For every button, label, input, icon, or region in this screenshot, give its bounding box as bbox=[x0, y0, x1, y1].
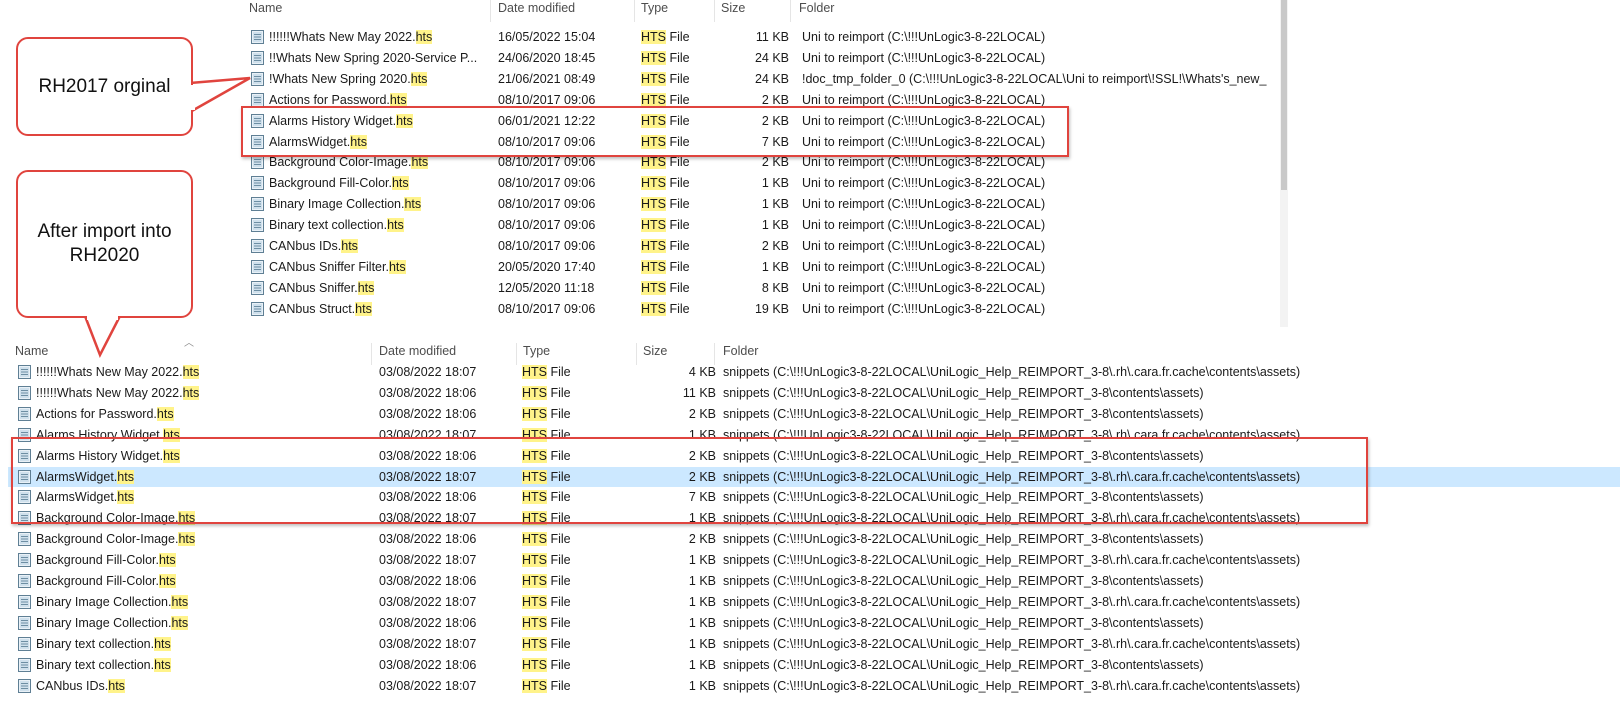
callout-text: RH2017 orginal bbox=[38, 76, 171, 97]
callout-pointer bbox=[189, 76, 251, 114]
callout-text-line1: After import into bbox=[37, 221, 172, 242]
callout-seam bbox=[87, 314, 118, 320]
callout-pointer bbox=[83, 315, 122, 359]
callout-rh2017: RH2017 orginal bbox=[16, 37, 193, 136]
callout-seam bbox=[189, 85, 195, 110]
callout-text-line2: RH2020 bbox=[69, 245, 140, 266]
callout-rh2020: After import into RH2020 bbox=[16, 170, 193, 318]
annotation-layer bbox=[83, 76, 251, 359]
